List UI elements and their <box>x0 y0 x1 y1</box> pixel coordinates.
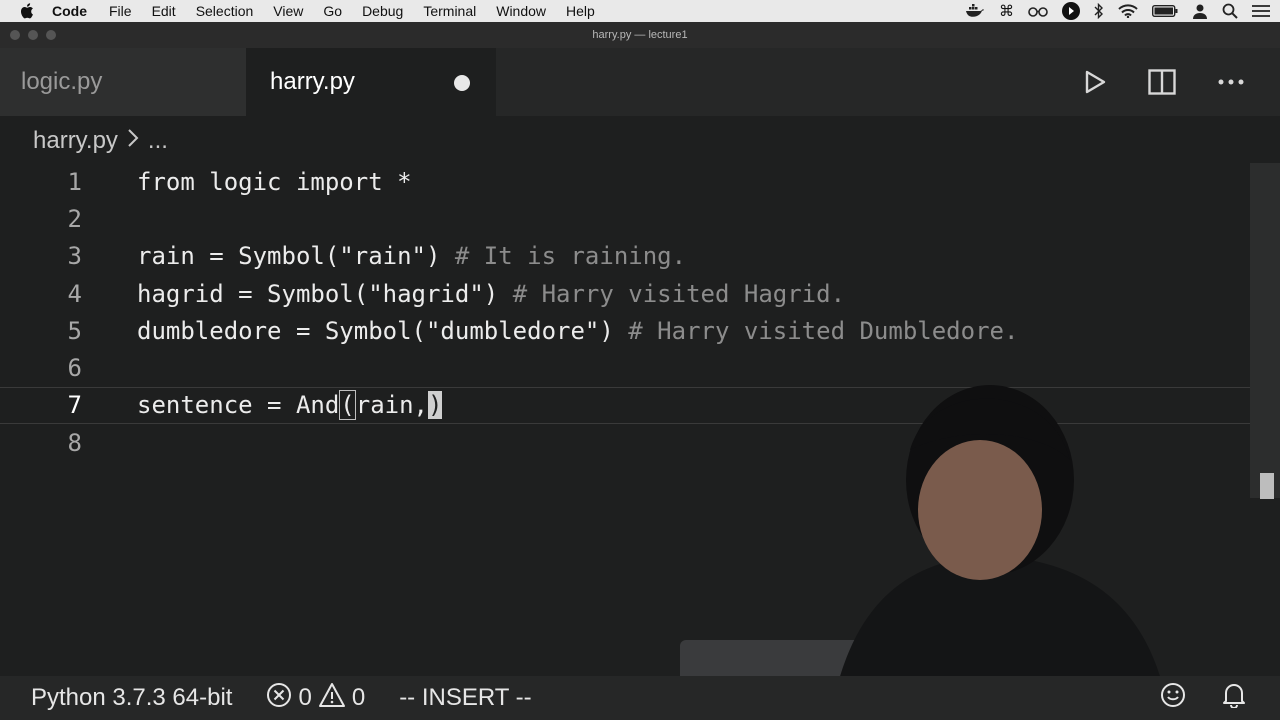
presenter-video-overlay <box>680 385 1170 720</box>
run-file-button[interactable] <box>1084 70 1106 94</box>
breadcrumb-more[interactable]: ... <box>148 127 168 155</box>
scrollbar-cursor-marker <box>1260 473 1274 499</box>
docker-icon[interactable] <box>965 4 985 18</box>
breadcrumb-file[interactable]: harry.py <box>33 127 118 155</box>
code-line: 5 dumbledore = Symbol("dumbledore") # Ha… <box>0 312 1250 349</box>
breadcrumb: harry.py ... <box>33 124 168 158</box>
menu-debug[interactable]: Debug <box>362 3 403 19</box>
menubar-status-area: ⌘ <box>965 0 1270 22</box>
line-number: 7 <box>67 391 82 420</box>
close-window-button[interactable] <box>10 30 20 40</box>
bluetooth-icon[interactable] <box>1094 3 1104 19</box>
code-text: sentence = And(rain,) <box>137 390 443 421</box>
more-actions-icon[interactable] <box>1218 79 1244 85</box>
window-controls <box>10 30 56 40</box>
battery-icon[interactable] <box>1152 5 1178 17</box>
wifi-icon[interactable] <box>1118 4 1138 18</box>
text-cursor: ) <box>428 391 443 420</box>
code-comment: # Harry visited Hagrid. <box>512 279 846 308</box>
tab-label: harry.py <box>270 68 355 95</box>
line-number: 2 <box>67 204 82 233</box>
menu-edit[interactable]: Edit <box>152 3 176 19</box>
split-editor-button[interactable] <box>1148 69 1176 95</box>
tab-label: logic.py <box>21 68 103 95</box>
user-icon[interactable] <box>1192 3 1208 19</box>
vim-mode-status: -- INSERT -- <box>399 684 532 711</box>
line-number: 4 <box>67 279 82 308</box>
code-line: 3 rain = Symbol("rain") # It is raining. <box>0 238 1250 275</box>
status-bar: Python 3.7.3 64-bit 0 0 -- INSERT -- <box>0 676 1280 720</box>
menu-file[interactable]: File <box>109 3 132 19</box>
code-comment: # It is raining. <box>454 242 687 271</box>
code-text: dumbledore = Symbol("dumbledore") # Harr… <box>137 316 1019 345</box>
status-bar-right <box>1160 676 1246 720</box>
command-icon[interactable]: ⌘ <box>999 2 1014 20</box>
line-number: 5 <box>67 316 82 345</box>
macos-menu-bar: Code File Edit Selection View Go Debug T… <box>0 0 1280 22</box>
menu-go[interactable]: Go <box>323 3 342 19</box>
menu-app-name[interactable]: Code <box>52 3 87 19</box>
menu-view[interactable]: View <box>273 3 303 19</box>
code-text: from logic import * <box>137 167 412 196</box>
error-icon <box>266 682 292 715</box>
line-number: 8 <box>67 428 82 457</box>
menu-help[interactable]: Help <box>566 3 595 19</box>
unsaved-dot-icon[interactable] <box>454 75 470 91</box>
presenter-face-shape <box>918 440 1042 580</box>
problems-status[interactable]: 0 0 <box>266 682 365 715</box>
matching-bracket: ( <box>339 390 356 421</box>
code-text: rain = Symbol("rain") # It is raining. <box>137 242 687 271</box>
minimize-window-button[interactable] <box>28 30 38 40</box>
feedback-smiley-icon[interactable] <box>1160 682 1186 715</box>
code-text: hagrid = Symbol("hagrid") # Harry visite… <box>137 279 846 308</box>
menu-selection[interactable]: Selection <box>196 3 254 19</box>
error-count: 0 <box>298 684 312 711</box>
warning-count: 0 <box>351 684 366 711</box>
code-line: 2 <box>0 200 1250 237</box>
code-comment: # Harry visited Dumbledore. <box>628 316 1019 345</box>
warning-icon <box>318 682 346 715</box>
menu-terminal[interactable]: Terminal <box>423 3 476 19</box>
apple-icon[interactable] <box>20 3 38 19</box>
window-title-bar: harry.py — lecture1 <box>0 22 1280 48</box>
menu-list-icon[interactable] <box>1252 4 1270 18</box>
notifications-bell-icon[interactable] <box>1222 682 1246 715</box>
tab-harry-py[interactable]: harry.py <box>246 48 496 116</box>
vertical-scrollbar[interactable] <box>1250 163 1280 499</box>
line-number: 3 <box>67 242 82 271</box>
line-number: 1 <box>67 167 82 196</box>
code-line: 4 hagrid = Symbol("hagrid") # Harry visi… <box>0 275 1250 312</box>
window-title: harry.py — lecture1 <box>592 29 688 41</box>
menu-window[interactable]: Window <box>496 3 546 19</box>
python-interpreter-status[interactable]: Python 3.7.3 64-bit <box>31 684 232 712</box>
line-number: 6 <box>67 354 82 383</box>
glasses-icon[interactable] <box>1028 5 1048 17</box>
zoom-window-button[interactable] <box>46 30 56 40</box>
search-icon[interactable] <box>1222 3 1238 19</box>
play-circle-icon[interactable] <box>1062 2 1080 20</box>
chevron-right-icon <box>126 127 140 155</box>
tab-logic-py[interactable]: logic.py <box>0 48 246 116</box>
editor-actions <box>1084 48 1244 116</box>
code-line: 1 from logic import * <box>0 163 1250 200</box>
